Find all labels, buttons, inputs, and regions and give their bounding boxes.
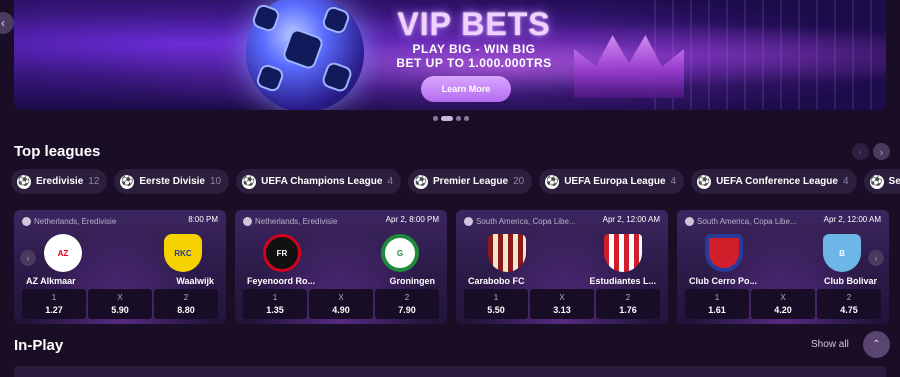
home-team: Club Cerro Po...	[689, 276, 758, 286]
league-name: Ser	[888, 176, 900, 187]
football-icon: ⚽	[414, 174, 429, 189]
team-logo: FR	[263, 234, 301, 272]
match-league: Netherlands, Eredivisie	[255, 216, 338, 226]
league-list: ⚽ Eredivisie 12 ⚽ Eerste Divisie 10 ⚽ UE…	[11, 169, 900, 194]
league-name: UEFA Conference League	[716, 176, 838, 187]
league-chip[interactable]: ⚽ Premier League 20	[408, 169, 533, 194]
league-name: UEFA Champions League	[261, 176, 383, 187]
banner-decoration	[654, 0, 884, 110]
away-team: Estudiantes L...	[589, 276, 656, 286]
league-chip[interactable]: ⚽ Ser	[863, 169, 900, 194]
carousel-dot[interactable]	[464, 116, 469, 121]
team-logo	[488, 234, 526, 272]
show-all-link[interactable]: Show all	[811, 339, 849, 350]
football-icon: ⚽	[17, 174, 31, 189]
league-count: 4	[387, 176, 394, 187]
carousel-dot[interactable]	[456, 116, 461, 121]
team-logo	[705, 234, 743, 272]
in-play-title: In-Play	[14, 337, 64, 354]
chevron-left-icon[interactable]: ‹	[0, 12, 14, 34]
match-card[interactable]: South America, Copa Libe... Apr 2, 12:00…	[677, 210, 889, 324]
away-team: Waalwijk	[176, 276, 214, 286]
away-team: Groningen	[389, 276, 436, 286]
promo-banner[interactable]: VIP BETS PLAY BIG - WIN BIG BET UP TO 1.…	[14, 0, 886, 110]
match-league: South America, Copa Libe...	[697, 216, 797, 226]
league-chip[interactable]: ⚽ UEFA Europa League 4	[539, 169, 685, 194]
banner-title: VIP BETS	[397, 6, 551, 42]
odd-button[interactable]: 2 8.80	[154, 289, 218, 319]
match-card[interactable]: Netherlands, Eredivisie Apr 2, 8:00 PM F…	[235, 210, 447, 324]
team-logo	[604, 234, 642, 272]
team-logo: B	[823, 234, 861, 272]
match-time: 8:00 PM	[188, 215, 218, 224]
league-chip[interactable]: ⚽ UEFA Conference League 4	[691, 169, 857, 194]
odd-button[interactable]: 1 1.27	[22, 289, 86, 319]
collapse-icon[interactable]: ⌃	[863, 331, 890, 358]
football-icon: ⚽	[120, 174, 135, 189]
away-team: Club Bolivar	[823, 276, 877, 286]
banner-subtitle-2: BET UP TO 1.000.000TRS	[396, 56, 552, 70]
odd-button[interactable]: X 4.90	[309, 289, 373, 319]
chevron-right-icon[interactable]: ›	[868, 250, 884, 266]
football-icon: ⚽	[869, 174, 884, 189]
league-name: Eredivisie	[36, 176, 84, 187]
match-time: Apr 2, 8:00 PM	[385, 215, 439, 224]
odd-button[interactable]: 2 1.76	[596, 289, 660, 319]
banner-subtitle: PLAY BIG - WIN BIG	[412, 42, 536, 56]
odd-button[interactable]: X 3.13	[530, 289, 594, 319]
team-logo: RKC	[164, 234, 202, 272]
football-icon: ⚽	[697, 174, 712, 189]
in-play-row[interactable]	[14, 366, 886, 377]
football-icon	[464, 216, 473, 226]
league-count: 20	[513, 176, 525, 187]
odd-button[interactable]: X 4.20	[751, 289, 815, 319]
chevron-left-icon[interactable]: ‹	[20, 250, 36, 266]
football-icon	[685, 216, 694, 226]
league-name: UEFA Europa League	[564, 176, 666, 187]
carousel-dots	[433, 116, 469, 121]
team-logo: AZ	[44, 234, 82, 272]
carousel-dot-active[interactable]	[441, 116, 453, 121]
league-count: 4	[670, 176, 677, 187]
league-chip[interactable]: ⚽ Eredivisie 12	[11, 169, 108, 194]
odd-button[interactable]: 1 5.50	[464, 289, 528, 319]
league-count: 10	[210, 176, 222, 187]
football-icon: ⚽	[545, 174, 560, 189]
football-icon	[22, 216, 31, 226]
football-icon	[243, 216, 252, 226]
odd-button[interactable]: 1 1.61	[685, 289, 749, 319]
match-card[interactable]: South America, Copa Libe... Apr 2, 12:00…	[456, 210, 668, 324]
odd-button[interactable]: 2 7.90	[375, 289, 439, 319]
learn-more-button[interactable]: Learn More	[421, 76, 511, 102]
match-time: Apr 2, 12:00 AM	[823, 215, 881, 224]
league-name: Premier League	[433, 176, 509, 187]
chevron-left-icon[interactable]: ‹	[852, 143, 869, 160]
odd-button[interactable]: 2 4.75	[817, 289, 881, 319]
league-chip[interactable]: ⚽ UEFA Champions League 4	[236, 169, 402, 194]
home-team: AZ Alkmaar	[26, 276, 76, 286]
match-league: South America, Copa Libe...	[476, 216, 576, 226]
carousel-dot[interactable]	[433, 116, 438, 121]
league-chip[interactable]: ⚽ Eerste Divisie 10	[114, 169, 230, 194]
match-card[interactable]: Netherlands, Eredivisie 8:00 PM AZ RKC A…	[14, 210, 226, 324]
team-logo: G	[381, 234, 419, 272]
odd-button[interactable]: 1 1.35	[243, 289, 307, 319]
match-time: Apr 2, 12:00 AM	[602, 215, 660, 224]
odd-button[interactable]: X 5.90	[88, 289, 152, 319]
match-league: Netherlands, Eredivisie	[34, 216, 117, 226]
home-team: Carabobo FC	[468, 276, 525, 286]
top-leagues-title: Top leagues	[14, 143, 101, 160]
league-name: Eerste Divisie	[139, 176, 205, 187]
football-icon: ⚽	[242, 174, 257, 189]
league-count: 4	[842, 176, 849, 187]
home-team: Feyenoord Ro...	[247, 276, 316, 286]
league-count: 12	[88, 176, 100, 187]
chevron-right-icon[interactable]: ›	[873, 143, 890, 160]
